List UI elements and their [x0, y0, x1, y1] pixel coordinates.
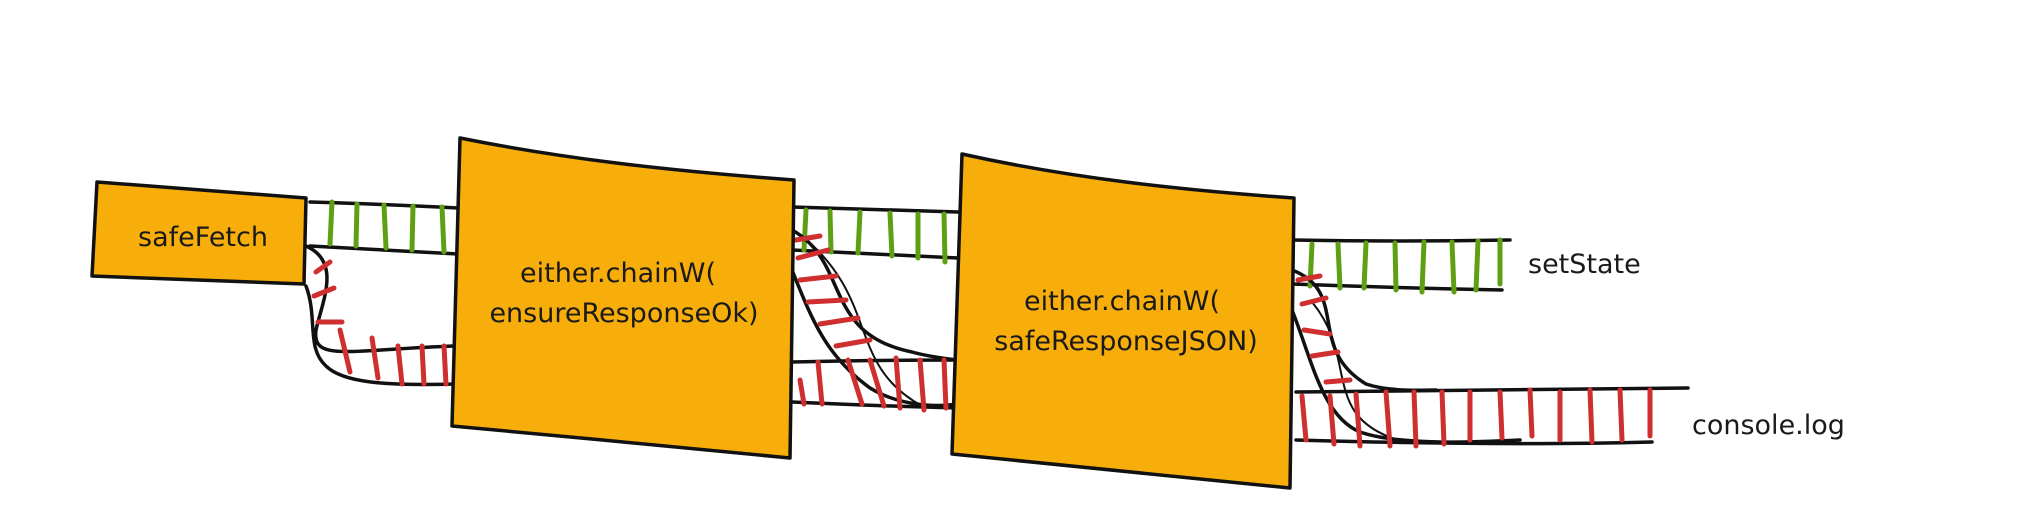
success-ticks-1 — [327, 199, 447, 255]
track-tick — [381, 202, 389, 251]
track-tick — [439, 204, 447, 255]
track-tick — [827, 208, 834, 255]
track-tick — [1323, 377, 1353, 385]
track-tick — [1392, 240, 1399, 293]
track-tick — [801, 207, 809, 253]
track-tick — [1439, 389, 1447, 447]
track-tick — [867, 357, 887, 409]
track-tick — [1309, 349, 1341, 359]
error-branch-3 — [1290, 268, 1690, 449]
track-tick — [833, 337, 873, 349]
track-tick — [917, 357, 927, 413]
track-tick — [1587, 387, 1595, 445]
chain-ok-label-line2: ensureResponseOk) — [489, 298, 758, 329]
success-ticks-3 — [1307, 237, 1503, 295]
track-tick — [1419, 239, 1427, 295]
railway-diagram: safeFetch either.chainW( ensureResponseO… — [90, 136, 1845, 490]
track-tick — [1353, 391, 1363, 449]
track-tick — [941, 211, 948, 265]
track-tick — [419, 343, 427, 387]
error-branch-1 — [304, 244, 456, 387]
track-tick — [369, 335, 381, 381]
chain-json-node: either.chainW( safeResponseJSON) — [950, 152, 1296, 490]
track-tick — [395, 343, 405, 387]
track-tick — [1335, 241, 1343, 291]
track-tick — [1299, 393, 1309, 443]
chain-ok-node: either.chainW( ensureResponseOk) — [450, 136, 796, 460]
track-tick — [1295, 273, 1323, 283]
track-tick — [327, 199, 335, 247]
track-tick — [941, 357, 949, 411]
track-tick — [1327, 393, 1337, 447]
error-ticks-2 — [793, 233, 949, 413]
safe-fetch-label: safeFetch — [138, 222, 268, 253]
chain-json-label-line2: safeResponseJSON) — [994, 326, 1258, 357]
track-tick — [353, 201, 360, 249]
chain-json-box — [950, 152, 1296, 490]
track-tick — [1449, 239, 1457, 295]
track-tick — [1411, 389, 1419, 449]
safe-fetch-node: safeFetch — [90, 180, 308, 286]
success-track-segment-1 — [308, 199, 460, 256]
track-tick — [855, 209, 863, 256]
track-tick — [815, 359, 825, 407]
track-tick — [887, 210, 895, 259]
error-ticks-3 — [1295, 273, 1653, 449]
track-tick — [441, 343, 449, 387]
track-tick — [1527, 387, 1535, 439]
track-tick — [797, 377, 807, 407]
chain-ok-label-line1: either.chainW( — [520, 258, 716, 289]
set-state-label: setState — [1528, 249, 1641, 280]
track-tick — [1361, 240, 1369, 291]
console-log-label: console.log — [1692, 410, 1845, 441]
track-tick — [1301, 327, 1333, 337]
track-tick — [805, 297, 849, 305]
track-tick — [817, 315, 861, 327]
track-tick — [1497, 389, 1505, 441]
success-track-segment-3 — [1290, 237, 1512, 295]
error-ticks-1 — [311, 259, 449, 387]
chain-json-label-line1: either.chainW( — [1024, 286, 1220, 317]
track-tick — [1473, 238, 1481, 293]
track-tick — [1617, 387, 1625, 443]
track-tick — [409, 203, 416, 253]
